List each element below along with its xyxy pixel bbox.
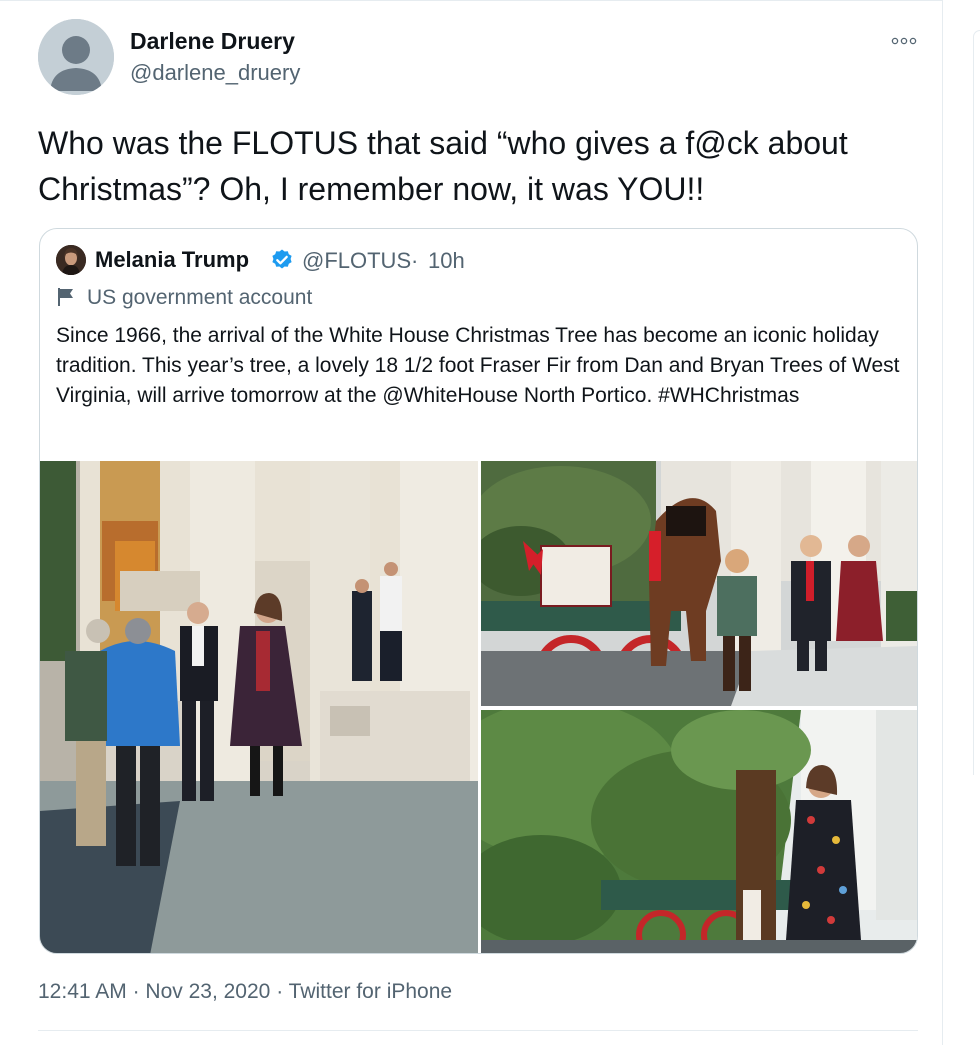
separator-dot: ·	[411, 248, 419, 273]
top-divider	[0, 0, 943, 4]
tweet-source[interactable]: Twitter for iPhone	[289, 980, 452, 1003]
meta-separator: ·	[276, 980, 284, 1003]
quoted-avatar-photo	[56, 245, 86, 275]
photo-image	[40, 461, 478, 953]
tweet-date[interactable]: Nov 23, 2020	[145, 980, 270, 1003]
flag-icon	[58, 288, 73, 306]
author-handle[interactable]: @darlene_druery	[130, 60, 300, 86]
quoted-author-handle[interactable]: @FLOTUS	[302, 248, 411, 274]
author-display-name[interactable]: Darlene Druery	[130, 28, 295, 55]
sidebar-edge	[973, 30, 980, 775]
tweet-text: Who was the FLOTUS that said “who gives …	[38, 125, 848, 207]
meta-separator: ·	[132, 980, 140, 1003]
quoted-tweet-time[interactable]: 10h	[428, 248, 465, 274]
tweet-timestamp[interactable]: 12:41 AM	[38, 980, 127, 1003]
photo-image	[481, 461, 917, 706]
verified-badge-icon	[272, 249, 292, 269]
photo-north-portico-group[interactable]	[40, 461, 478, 953]
quoted-tweet-text: Since 1966, the arrival of the White Hou…	[56, 324, 900, 407]
government-account-label[interactable]: US government account	[87, 286, 312, 310]
media-grid	[40, 461, 917, 953]
more-options-icon	[891, 37, 917, 45]
tweet-detail: Darlene Druery @darlene_druery Who was t…	[0, 0, 943, 1045]
quoted-author-name[interactable]: Melania Trump	[95, 247, 249, 273]
tweet-meta: 12:41 AM · Nov 23, 2020 · Twitter for iP…	[38, 980, 452, 1004]
default-profile-icon	[38, 19, 114, 95]
bottom-divider	[38, 1030, 918, 1031]
quoted-author-avatar[interactable]	[56, 245, 86, 275]
photo-tree-wagon-horse[interactable]	[481, 461, 917, 706]
photo-tree-closeup[interactable]	[481, 710, 917, 953]
photo-image	[481, 710, 917, 953]
author-avatar[interactable]	[38, 19, 114, 95]
quoted-tweet[interactable]: Melania Trump @FLOTUS · 10h US governmen…	[39, 228, 918, 954]
more-options-button[interactable]	[886, 30, 922, 52]
